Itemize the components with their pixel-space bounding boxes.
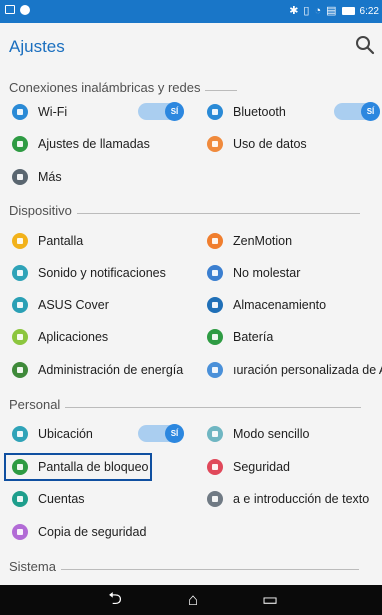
bluetooth-toggle[interactable]: SÍ bbox=[334, 102, 380, 121]
settings-item-dnd[interactable]: No molestar bbox=[207, 258, 382, 288]
search-icon[interactable] bbox=[354, 34, 376, 56]
more-icon bbox=[12, 169, 28, 185]
section-title-system: Sistema bbox=[9, 559, 359, 574]
section-divider bbox=[60, 568, 359, 570]
back-icon[interactable]: ⮌ bbox=[95, 585, 135, 615]
settings-item-apps[interactable]: Aplicaciones bbox=[12, 322, 192, 352]
section-divider bbox=[205, 89, 238, 91]
zenmotion-icon bbox=[207, 233, 223, 249]
sim-icon: ▤ bbox=[326, 5, 337, 17]
bluetooth-icon bbox=[207, 104, 223, 120]
section-title-wireless: Conexiones inalámbricas y redes bbox=[9, 80, 238, 95]
settings-item-language[interactable]: a e introducción de texto bbox=[207, 484, 382, 514]
home-icon[interactable]: ⌂ bbox=[173, 585, 213, 615]
wifi-icon bbox=[12, 104, 28, 120]
location-icon bbox=[12, 426, 28, 442]
settings-item-sound[interactable]: Sonido y notificaciones bbox=[12, 258, 192, 288]
section-title-personal: Personal bbox=[9, 397, 362, 412]
settings-item-display[interactable]: Pantalla bbox=[12, 226, 192, 256]
settings-item-storage[interactable]: Almacenamiento bbox=[207, 290, 382, 320]
section-divider bbox=[65, 406, 362, 408]
lock-icon bbox=[207, 459, 223, 475]
status-bar: ✱ ▯ ◔ ▤ 6:22 bbox=[0, 0, 382, 23]
battery-icon bbox=[341, 7, 355, 15]
location-toggle[interactable]: SÍ bbox=[138, 424, 184, 443]
accounts-icon bbox=[12, 491, 28, 507]
section-divider bbox=[76, 212, 360, 214]
backup-icon bbox=[12, 524, 28, 540]
moon-icon bbox=[207, 265, 223, 281]
phone-icon bbox=[12, 136, 28, 152]
wifi-toggle[interactable]: SÍ bbox=[138, 102, 184, 121]
power-management-icon bbox=[12, 362, 28, 378]
settings-item-battery[interactable]: Batería bbox=[207, 322, 382, 352]
apps-icon bbox=[12, 329, 28, 345]
storage-icon bbox=[207, 297, 223, 313]
easy-mode-icon bbox=[207, 426, 223, 442]
notification-dot-icon bbox=[20, 5, 30, 15]
settings-item-zenmotion[interactable]: ZenMotion bbox=[207, 226, 382, 256]
settings-item-lock-screen[interactable]: Pantalla de bloqueo bbox=[12, 452, 192, 482]
recents-icon[interactable]: ▭ bbox=[250, 585, 290, 615]
wifi-status-icon: ◔ bbox=[314, 5, 322, 17]
navigation-bar: ⮌ ⌂ ▭ bbox=[0, 585, 382, 615]
notification-icon bbox=[5, 5, 15, 14]
data-usage-icon bbox=[207, 136, 223, 152]
settings-item-cover[interactable]: ASUS Cover bbox=[12, 290, 192, 320]
page-title: Ajustes bbox=[9, 37, 65, 56]
vibrate-icon: ▯ bbox=[303, 5, 310, 17]
cover-icon bbox=[12, 297, 28, 313]
settings-item-custom[interactable]: ıuración personalizada de A bbox=[207, 355, 382, 385]
display-icon bbox=[12, 233, 28, 249]
bluetooth-status-icon: ✱ bbox=[289, 5, 299, 17]
sound-icon bbox=[12, 265, 28, 281]
customization-icon bbox=[207, 362, 223, 378]
app-bar: Ajustes bbox=[0, 23, 382, 70]
settings-item-easy-mode[interactable]: Modo sencillo bbox=[207, 419, 382, 449]
settings-item-backup[interactable]: Copia de seguridad bbox=[12, 517, 192, 547]
settings-item-more[interactable]: Más bbox=[12, 162, 192, 192]
settings-item-security[interactable]: Seguridad bbox=[207, 452, 382, 482]
lock-screen-icon bbox=[12, 459, 28, 475]
section-title-device: Dispositivo bbox=[9, 203, 360, 218]
battery-setting-icon bbox=[207, 329, 223, 345]
settings-item-data-usage[interactable]: Uso de datos bbox=[207, 129, 382, 159]
language-icon bbox=[207, 491, 223, 507]
settings-item-accounts[interactable]: Cuentas bbox=[12, 484, 192, 514]
settings-item-power[interactable]: Administración de energía bbox=[12, 355, 192, 385]
settings-item-calls[interactable]: Ajustes de llamadas bbox=[12, 129, 192, 159]
clock: 6:22 bbox=[359, 5, 379, 17]
